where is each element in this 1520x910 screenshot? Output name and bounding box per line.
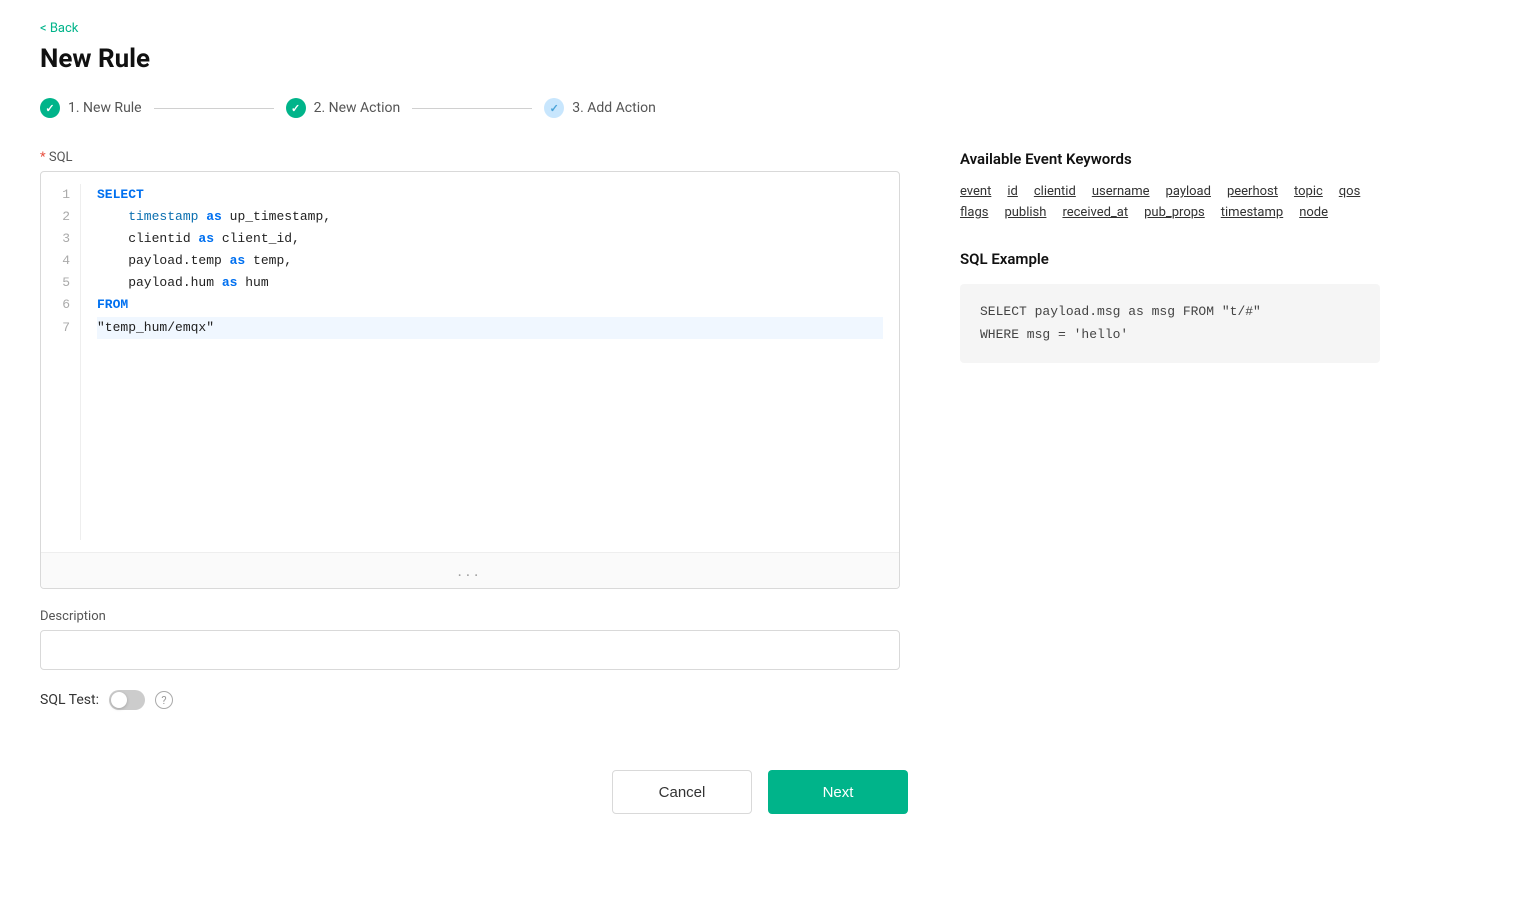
line-numbers: 1 2 3 4 5 6 7 [41,184,81,540]
step-1: ✓ 1. New Rule [40,98,142,118]
keyword-peerhost[interactable]: peerhost [1227,184,1278,199]
line-num-5: 5 [53,272,70,294]
description-input[interactable] [40,630,900,670]
sql-example-title: SQL Example [960,250,1380,268]
sql-example-block: SELECT payload.msg as msg FROM "t/#" WHE… [960,284,1380,363]
sql-test-row: SQL Test: ? [40,690,900,710]
sql-test-label: SQL Test: [40,692,99,708]
step1-icon: ✓ [40,98,60,118]
toggle-knob [111,692,127,708]
keyword-event[interactable]: event [960,184,991,199]
step3-icon: ✓ [544,98,564,118]
keyword-received-at[interactable]: received_at [1062,205,1128,220]
next-button[interactable]: Next [768,770,908,814]
description-label: Description [40,609,900,624]
back-link[interactable]: < Back [40,21,78,36]
keyword-payload[interactable]: payload [1166,184,1211,199]
step-line-2 [412,108,532,109]
code-line-3: clientid as client_id, [97,228,883,250]
keywords-title: Available Event Keywords [960,150,1380,168]
step-line-1 [154,108,274,109]
sql-test-toggle[interactable] [109,690,145,710]
sql-label-text: SQL [49,150,73,165]
steps-bar: ✓ 1. New Rule ✓ 2. New Action ✓ 3. Add A… [40,98,1480,118]
line-num-3: 3 [53,228,70,250]
keywords-list: event id clientid username payload peerh… [960,184,1380,220]
cancel-button[interactable]: Cancel [612,770,752,814]
step1-label: 1. New Rule [68,100,142,116]
line-num-2: 2 [53,206,70,228]
keyword-node[interactable]: node [1299,205,1328,220]
step-3: ✓ 3. Add Action [544,98,656,118]
sql-example-line2: WHERE msg = 'hello' [980,323,1360,346]
sql-code-editor[interactable]: 1 2 3 4 5 6 7 SELECT timestamp as up_tim… [40,171,900,589]
step-2: ✓ 2. New Action [286,98,401,118]
keyword-id[interactable]: id [1007,184,1018,199]
code-line-6: FROM [97,294,883,316]
page-title: New Rule [40,44,1480,74]
keyword-pub-props[interactable]: pub_props [1144,205,1205,220]
step2-label: 2. New Action [314,100,401,116]
sql-required-mark: * [40,150,46,165]
keyword-username[interactable]: username [1092,184,1150,199]
editor-footer: ... [41,552,899,588]
keyword-qos[interactable]: qos [1339,184,1361,199]
code-line-2: timestamp as up_timestamp, [97,206,883,228]
line-num-6: 6 [53,294,70,316]
line-num-7: 7 [53,317,70,339]
code-content[interactable]: SELECT timestamp as up_timestamp, client… [81,184,899,540]
code-line-1: SELECT [97,184,883,206]
line-num-1: 1 [53,184,70,206]
help-icon[interactable]: ? [155,691,173,709]
step2-icon: ✓ [286,98,306,118]
line-num-4: 4 [53,250,70,272]
description-section: Description [40,609,900,670]
footer-buttons: Cancel Next [40,770,1480,854]
code-line-5: payload.hum as hum [97,272,883,294]
sql-section-label: * SQL [40,150,900,165]
keyword-clientid[interactable]: clientid [1034,184,1076,199]
sql-example-line1: SELECT payload.msg as msg FROM "t/#" [980,300,1360,323]
keyword-timestamp[interactable]: timestamp [1221,205,1283,220]
code-line-4: payload.temp as temp, [97,250,883,272]
keyword-flags[interactable]: flags [960,205,988,220]
step3-label: 3. Add Action [572,100,656,116]
keyword-topic[interactable]: topic [1294,184,1323,199]
keyword-publish[interactable]: publish [1004,205,1046,220]
code-line-7: "temp_hum/emqx" [97,317,883,339]
